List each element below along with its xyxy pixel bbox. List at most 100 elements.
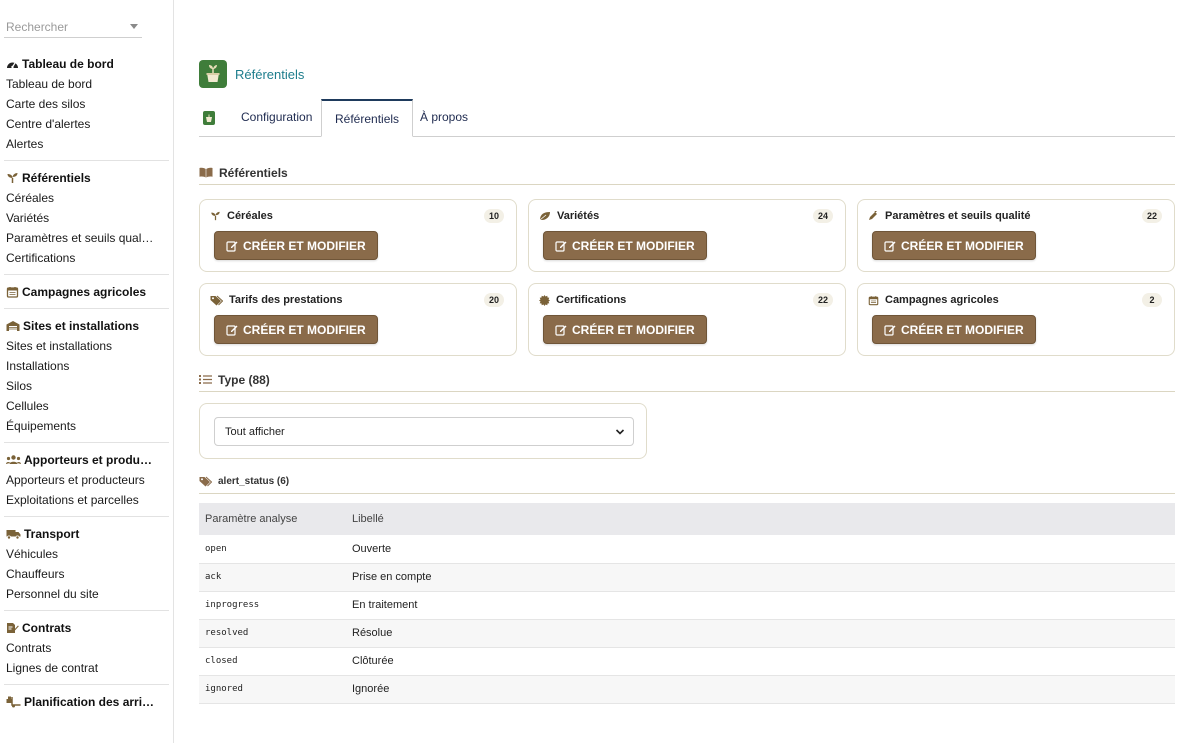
sidebar-group-title[interactable]: Transport (0, 524, 170, 544)
table-row: open Ouverte (199, 535, 1175, 564)
truck-icon (6, 530, 21, 540)
section-title: Référentiels (219, 165, 288, 180)
count-badge: 10 (484, 209, 504, 223)
count-badge: 2 (1142, 293, 1162, 307)
divider (4, 274, 169, 275)
create-edit-button[interactable]: CRÉER ET MODIFIER (872, 231, 1036, 260)
app-tab-icon[interactable] (203, 111, 215, 125)
divider (4, 160, 169, 161)
sidebar-item[interactable]: Apporteurs et producteurs (0, 470, 170, 490)
sidebar-group-title[interactable]: Campagnes agricoles (0, 282, 170, 302)
table-cell-label: Ouverte (346, 535, 1175, 564)
section-title: Type (88) (218, 372, 270, 387)
sidebar-item[interactable]: Lignes de contrat (0, 658, 170, 678)
sidebar-group-title[interactable]: Tableau de bord (0, 54, 170, 74)
sidebar-group-title[interactable]: Apporteurs et produ… (0, 450, 170, 470)
edit-icon (555, 324, 567, 336)
sidebar-group-contrats: Contrats Contrats Lignes de contrat (0, 618, 170, 678)
card-cereales: Céréales 10 CRÉER ET MODIFIER (199, 199, 517, 272)
edit-icon (884, 240, 896, 252)
card-title: Certifications (539, 294, 626, 306)
type-filter-select[interactable]: Tout afficher (214, 417, 634, 446)
alert-status-table: Paramètre analyse Libellé open Ouverte a… (199, 503, 1175, 704)
tab-about[interactable]: À propos (407, 99, 481, 137)
table-cell-code: ack (199, 563, 346, 592)
sidebar-item[interactable]: Silos (0, 376, 170, 396)
card-title: Paramètres et seuils qualité (868, 210, 1031, 222)
table-cell-code: open (199, 535, 346, 564)
sidebar-item[interactable]: Équipements (0, 416, 170, 436)
sidebar-item[interactable]: Exploitations et parcelles (0, 490, 170, 510)
sidebar-item[interactable]: Paramètres et seuils qual… (0, 228, 170, 248)
sidebar-group-title[interactable]: Sites et installations (0, 316, 170, 336)
list-icon (199, 375, 212, 384)
plant-pot-icon (206, 65, 220, 82)
app-title[interactable]: Référentiels (235, 67, 304, 82)
table-cell-label: Résolue (346, 619, 1175, 648)
caret-down-icon[interactable] (130, 24, 138, 29)
sidebar-item[interactable]: Chauffeurs (0, 564, 170, 584)
sidebar-item[interactable]: Centre d'alertes (0, 114, 170, 134)
sidebar-item[interactable]: Contrats (0, 638, 170, 658)
table-cell-code: ignored (199, 675, 346, 704)
column-header[interactable]: Paramètre analyse (199, 503, 346, 535)
tab-referentiels[interactable]: Référentiels (321, 99, 414, 137)
create-edit-button[interactable]: CRÉER ET MODIFIER (872, 315, 1036, 344)
create-edit-button[interactable]: CRÉER ET MODIFIER (214, 231, 378, 260)
sidebar-item[interactable]: Certifications (0, 248, 170, 268)
sidebar-group-title[interactable]: Planification des arri… (0, 692, 170, 712)
main-content: Référentiels Configuration Référentiels … (199, 0, 1175, 743)
plant-pot-icon (206, 114, 212, 122)
table-cell-code: resolved (199, 619, 346, 648)
table-cell-label: En traitement (346, 591, 1175, 620)
sidebar-item[interactable]: Sites et installations (0, 336, 170, 356)
divider (4, 442, 169, 443)
sidebar-group-referentiels: Référentiels Céréales Variétés Paramètre… (0, 168, 170, 268)
chevron-down-icon (615, 429, 625, 435)
card-title: Céréales (210, 210, 273, 222)
sidebar-item[interactable]: Tableau de bord (0, 74, 170, 94)
sidebar-group-campagnes: Campagnes agricoles (0, 282, 170, 302)
sidebar-group-dashboard: Tableau de bord Tableau de bord Carte de… (0, 54, 170, 154)
card-title: Campagnes agricoles (868, 294, 999, 306)
divider (4, 516, 169, 517)
sidebar-group-title[interactable]: Référentiels (0, 168, 170, 188)
count-badge: 22 (813, 293, 833, 307)
table-cell-code: closed (199, 647, 346, 676)
sidebar-item[interactable]: Carte des silos (0, 94, 170, 114)
subsection-header-alert-status: alert_status (6) (199, 470, 1175, 494)
tab-bar: Configuration Référentiels À propos (199, 99, 1175, 137)
divider (4, 684, 169, 685)
sidebar-item[interactable]: Personnel du site (0, 584, 170, 604)
table-cell-label: Clôturée (346, 647, 1175, 676)
section-header-referentiels: Référentiels (199, 161, 1175, 185)
card-parametres: Paramètres et seuils qualité 22 CRÉER ET… (857, 199, 1175, 272)
sidebar-group-title[interactable]: Contrats (0, 618, 170, 638)
sidebar-item[interactable]: Cellules (0, 396, 170, 416)
create-edit-button[interactable]: CRÉER ET MODIFIER (214, 315, 378, 344)
sidebar-item[interactable]: Véhicules (0, 544, 170, 564)
calendar-icon (868, 295, 879, 305)
sidebar-item[interactable]: Céréales (0, 188, 170, 208)
count-badge: 22 (1142, 209, 1162, 223)
divider (4, 610, 169, 611)
table-cell-code: inprogress (199, 591, 346, 620)
search-input[interactable]: Rechercher (4, 16, 142, 38)
sidebar-group-transport: Transport Véhicules Chauffeurs Personnel… (0, 524, 170, 604)
file-signature-icon (7, 623, 19, 633)
table-row: ack Prise en compte (199, 563, 1175, 592)
tab-configuration[interactable]: Configuration (228, 99, 325, 137)
tags-icon (210, 295, 223, 305)
table-cell-label: Prise en compte (346, 563, 1175, 592)
certificate-icon (539, 294, 550, 306)
seedling-icon (211, 211, 220, 221)
sidebar-item[interactable]: Alertes (0, 134, 170, 154)
eyedropper-icon (869, 211, 878, 220)
sidebar-item[interactable]: Variétés (0, 208, 170, 228)
create-edit-button[interactable]: CRÉER ET MODIFIER (543, 231, 707, 260)
sidebar-item[interactable]: Installations (0, 356, 170, 376)
create-edit-button[interactable]: CRÉER ET MODIFIER (543, 315, 707, 344)
table-row: closed Clôturée (199, 647, 1175, 676)
truck-loading-icon (6, 696, 21, 708)
column-header[interactable]: Libellé (346, 503, 1175, 535)
